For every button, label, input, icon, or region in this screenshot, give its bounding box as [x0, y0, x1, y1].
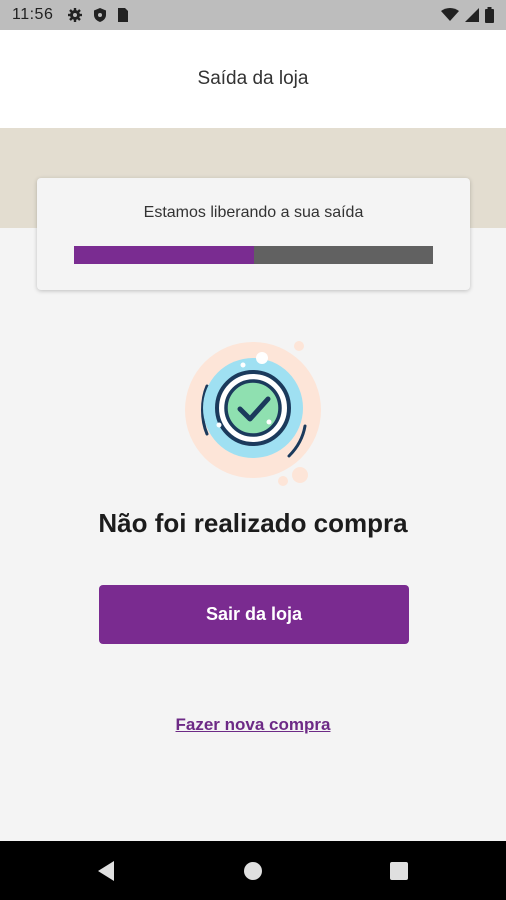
app-header: Saída da loja	[0, 30, 506, 128]
status-time: 11:56	[12, 6, 54, 23]
home-icon[interactable]	[223, 841, 283, 900]
sim-card-icon	[117, 7, 129, 23]
status-right-icons	[441, 7, 494, 23]
result-title: Não foi realizado compra	[98, 508, 408, 538]
page-title: Saída da loja	[197, 68, 309, 89]
progress-bar	[74, 246, 433, 264]
battery-icon	[485, 7, 494, 23]
status-left-icons	[67, 7, 129, 23]
navigation-bar	[0, 841, 506, 900]
exit-store-button[interactable]: Sair da loja	[99, 585, 409, 644]
wifi-icon	[441, 8, 459, 22]
progress-card: Estamos liberando a sua saída	[37, 178, 470, 290]
new-purchase-link[interactable]: Fazer nova compra	[0, 715, 506, 735]
back-icon[interactable]	[76, 841, 136, 900]
signal-icon	[465, 8, 479, 22]
recents-icon[interactable]	[369, 841, 429, 900]
shield-icon	[93, 7, 107, 23]
check-circle-icon	[183, 338, 323, 488]
status-bar: 11:56	[0, 0, 506, 30]
progress-message: Estamos liberando a sua saída	[143, 204, 364, 221]
gear-icon	[67, 7, 83, 23]
progress-bar-fill	[74, 246, 254, 264]
